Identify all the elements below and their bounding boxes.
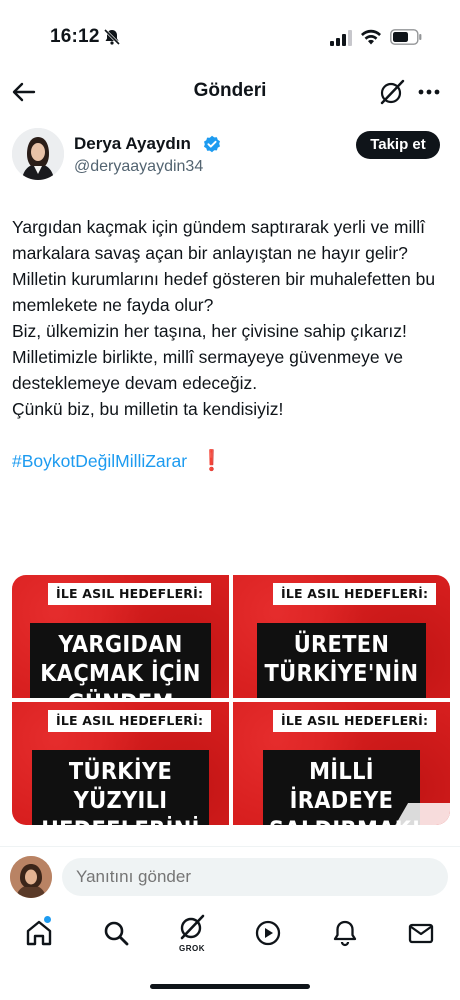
media-label: İLE ASIL HEDEFLERİ:	[48, 710, 212, 732]
reply-input[interactable]	[62, 858, 448, 896]
media-headline: ÜRETEN TÜRKİYE'NİN	[257, 623, 426, 698]
media-image[interactable]: İLE ASIL HEDEFLERİ: YARGIDAN KAÇMAK İÇİN…	[12, 575, 229, 698]
author-handle[interactable]: @deryaayaydin34	[74, 158, 203, 176]
grok-tab-label: GROK	[179, 944, 205, 953]
bell-slash-icon	[103, 28, 121, 46]
new-posts-dot	[44, 916, 51, 923]
media-label: İLE ASIL HEDEFLERİ:	[273, 710, 437, 732]
grok-icon[interactable]	[378, 78, 406, 106]
tweet-line: Çünkü biz, bu milletin ta kendisiyiz!	[12, 399, 284, 419]
author-row: Derya Ayaydın @deryaayaydin34 Takip et	[0, 122, 460, 192]
media-grid: İLE ASIL HEDEFLERİ: YARGIDAN KAÇMAK İÇİN…	[12, 575, 450, 825]
tweet-line: Milletimizle birlikte, millî sermayeye g…	[12, 347, 403, 393]
wifi-icon	[360, 28, 382, 46]
more-icon[interactable]	[414, 78, 444, 106]
home-indicator	[150, 984, 310, 989]
reply-bar	[0, 846, 460, 907]
media-label: İLE ASIL HEDEFLERİ:	[48, 583, 212, 605]
status-time: 16:12	[50, 26, 100, 47]
video-icon[interactable]	[253, 918, 283, 948]
media-label: İLE ASIL HEDEFLERİ:	[273, 583, 437, 605]
nav-bar: Gönderi	[0, 72, 460, 112]
status-bar: 16:12	[0, 0, 460, 72]
tweet-text: Yargıdan kaçmak için gündem saptırarak y…	[12, 214, 452, 474]
hashtag-line: #BoykotDeğilMilliZarar ❗	[12, 448, 452, 474]
media-headline: MİLLİ İRADEYE SALDIRMAK!	[263, 750, 421, 825]
tweet-line: Biz, ülkemizin her taşına, her çivisine …	[12, 321, 407, 341]
author-name[interactable]: Derya Ayaydın	[74, 134, 191, 154]
grok-icon[interactable]	[177, 912, 207, 942]
media-image[interactable]: İLE ASIL HEDEFLERİ: ÜRETEN TÜRKİYE'NİN	[233, 575, 450, 698]
exclamation-emoji: ❗	[199, 450, 224, 472]
hashtag-link[interactable]: #BoykotDeğilMilliZarar	[12, 451, 187, 471]
notifications-icon[interactable]	[330, 918, 360, 948]
follow-button[interactable]: Takip et	[356, 131, 440, 159]
home-icon[interactable]	[24, 918, 54, 948]
messages-icon[interactable]	[406, 918, 436, 948]
battery-icon	[390, 29, 422, 45]
verified-badge-icon	[203, 135, 221, 153]
media-image[interactable]: İLE ASIL HEDEFLERİ: TÜRKİYE YÜZYILI HEDE…	[12, 702, 229, 825]
tweet-line: Yargıdan kaçmak için gündem saptırarak y…	[12, 217, 426, 263]
media-image[interactable]: İLE ASIL HEDEFLERİ: MİLLİ İRADEYE SALDIR…	[233, 702, 450, 825]
signal-icon	[330, 30, 352, 46]
tweet-line: Milletin kurumlarını hedef gösteren bir …	[12, 269, 436, 315]
search-icon[interactable]	[101, 918, 131, 948]
avatar[interactable]	[12, 128, 64, 180]
avatar[interactable]	[10, 856, 52, 898]
media-headline: YARGIDAN KAÇMAK İÇİN GÜNDEM	[30, 623, 211, 698]
tab-bar	[0, 906, 460, 966]
media-headline: TÜRKİYE YÜZYILI HEDEFLERİNİ	[32, 750, 209, 825]
